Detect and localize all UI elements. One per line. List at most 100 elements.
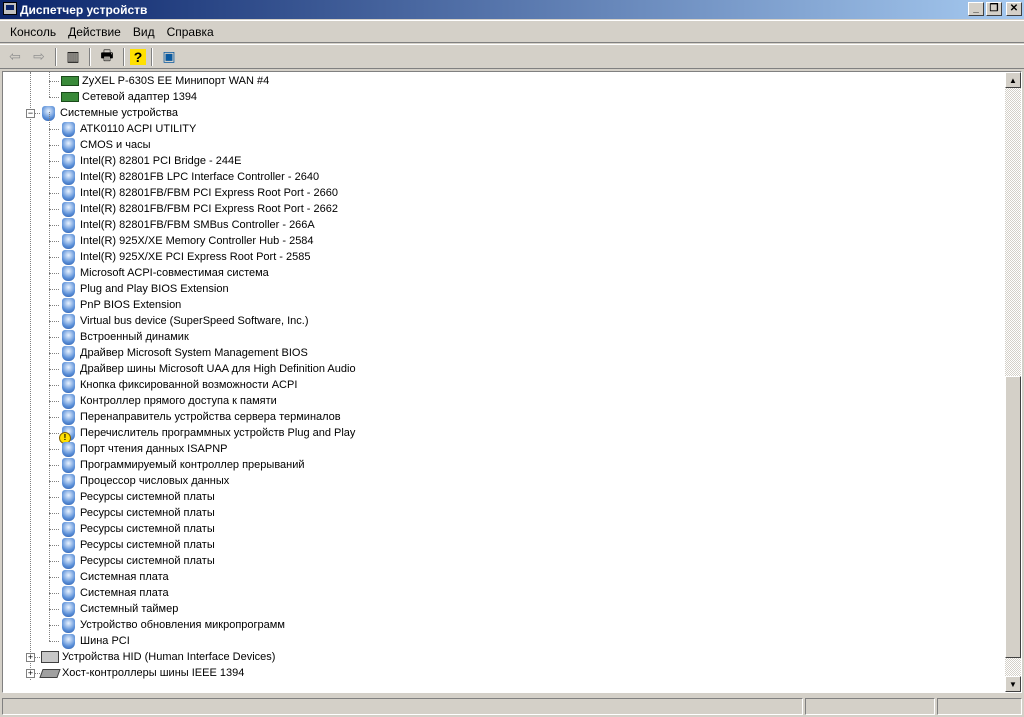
tree-line (49, 625, 59, 626)
tree-line (49, 72, 50, 97)
tree-item[interactable]: Ресурсы системной платы (61, 553, 215, 569)
tree-item[interactable]: Microsoft ACPI-совместимая система (61, 265, 269, 281)
system-device-icon (62, 297, 75, 313)
close-button[interactable]: ✕ (1006, 2, 1022, 16)
tree-line (49, 481, 59, 482)
tree-line (49, 257, 59, 258)
status-pane (805, 698, 935, 715)
tree-item[interactable]: Системная плата (61, 585, 169, 601)
menu-help[interactable]: Справка (161, 25, 220, 39)
help-icon[interactable]: ? (130, 48, 146, 65)
system-device-icon (62, 617, 75, 633)
system-device-icon (62, 505, 75, 521)
tree-item[interactable]: Ресурсы системной платы (61, 537, 215, 553)
tree-line (49, 609, 59, 610)
tree-item-label: Шина PCI (80, 635, 130, 647)
tree-item[interactable]: Порт чтения данных ISAPNP (61, 441, 228, 457)
tree-item-label: Plug and Play BIOS Extension (80, 283, 229, 295)
tree-item-label: Системная плата (80, 587, 169, 599)
system-device-icon (62, 489, 75, 505)
collapse-button[interactable]: − (26, 109, 35, 118)
tree-line (49, 513, 59, 514)
tree-line (49, 193, 59, 194)
tree-item[interactable]: Intel(R) 82801FB/FBM SMBus Controller - … (61, 217, 315, 233)
tree-item[interactable]: Intel(R) 82801FB/FBM PCI Express Root Po… (61, 185, 338, 201)
show-hide-tree-icon[interactable]: ▥ (62, 47, 84, 67)
tree-item[interactable]: ATK0110 ACPI UTILITY (61, 121, 196, 137)
restore-button[interactable]: ❐ (986, 2, 1002, 16)
tree-item[interactable]: CMOS и часы (61, 137, 151, 153)
vertical-scrollbar[interactable]: ▲ ▼ (1005, 72, 1021, 692)
tree-item[interactable]: Драйвер шины Microsoft UAA для High Defi… (61, 361, 356, 377)
minimize-button[interactable]: _ (968, 2, 984, 16)
tree-line (49, 112, 50, 641)
menu-action[interactable]: Действие (62, 25, 127, 39)
tree-item[interactable]: Драйвер Microsoft System Management BIOS (61, 345, 308, 361)
tree-line (49, 561, 59, 562)
tree-item[interactable]: Контроллер прямого доступа к памяти (61, 393, 277, 409)
menu-console[interactable]: Консоль (4, 25, 62, 39)
expand-button[interactable]: + (26, 669, 35, 678)
device-tree: ZyXEL P-630S EE Минипорт WAN #4 Сетевой а… (2, 71, 1022, 693)
tree-item[interactable]: Сетевой адаптер 1394 (61, 89, 197, 105)
print-icon[interactable]: 🖶 (96, 47, 118, 67)
tree-item[interactable]: PnP BIOS Extension (61, 297, 181, 313)
tree-item[interactable]: Перенаправитель устройства сервера терми… (61, 409, 341, 425)
tree-item[interactable]: Устройство обновления микропрограмм (61, 617, 285, 633)
tree-line (49, 81, 59, 82)
tree-item[interactable]: Ресурсы системной платы (61, 505, 215, 521)
tree-line (49, 641, 59, 642)
tree-line (49, 273, 59, 274)
tree-item-label: Хост-контроллеры шины IEEE 1394 (62, 667, 245, 679)
tree-item[interactable]: Системный таймер (61, 601, 178, 617)
toolbar: ⇦ ⇨ ▥ 🖶 ? ▣ (0, 44, 1024, 69)
tree-item[interactable]: Ресурсы системной платы (61, 489, 215, 505)
tree-item[interactable]: ZyXEL P-630S EE Минипорт WAN #4 (61, 73, 269, 89)
tree-item[interactable]: Ресурсы системной платы (61, 521, 215, 537)
tree-line (49, 305, 59, 306)
tree-item[interactable]: Plug and Play BIOS Extension (61, 281, 229, 297)
warning-device-icon (59, 425, 75, 444)
status-pane (937, 698, 1022, 715)
tree-item[interactable]: Intel(R) 925X/XE Memory Controller Hub -… (61, 233, 314, 249)
tree-line (49, 289, 59, 290)
ieee1394-icon (39, 668, 61, 678)
properties-icon[interactable]: ▣ (158, 47, 180, 67)
tree-item-label: Программируемый контроллер прерываний (80, 459, 305, 471)
tree-item-label: Устройство обновления микропрограмм (80, 619, 285, 631)
tree-item-label: Сетевой адаптер 1394 (82, 91, 198, 103)
forward-icon[interactable]: ⇨ (28, 47, 50, 67)
tree-line (49, 577, 59, 578)
expand-button[interactable]: + (26, 653, 35, 662)
tree-item-label: Драйвер шины Microsoft UAA для High Defi… (80, 363, 356, 375)
tree-item[interactable]: Встроенный динамик (61, 329, 189, 345)
tree-item[interactable]: Intel(R) 82801FB/FBM PCI Express Root Po… (61, 201, 338, 217)
tree-item[interactable]: Системная плата (61, 569, 169, 585)
back-icon[interactable]: ⇦ (4, 47, 26, 67)
tree-item[interactable]: Virtual bus device (SuperSpeed Software,… (61, 313, 308, 329)
tree-item-label: Ресурсы системной платы (80, 507, 215, 519)
tree-item[interactable]: Кнопка фиксированной возможности ACPI (61, 377, 297, 393)
tree-item[interactable]: Шина PCI (61, 633, 130, 649)
scroll-thumb[interactable] (1005, 376, 1021, 659)
tree-item[interactable]: Intel(R) 82801 PCI Bridge - 244E (61, 153, 241, 169)
tree-category[interactable]: Хост-контроллеры шины IEEE 1394 (39, 665, 245, 681)
tree-item[interactable]: Intel(R) 925X/XE PCI Express Root Port -… (61, 249, 311, 265)
scroll-up-button[interactable]: ▲ (1005, 72, 1021, 88)
system-device-icon (62, 473, 75, 489)
tree-item[interactable]: Процессор числовых данных (61, 473, 229, 489)
toolbar-separator (123, 47, 125, 66)
tree-item-label: Intel(R) 925X/XE Memory Controller Hub -… (80, 235, 314, 247)
tree-item[interactable]: Перечислитель программных устройств Plug… (59, 425, 355, 444)
tree-item[interactable]: Программируемый контроллер прерываний (61, 457, 305, 473)
scroll-down-button[interactable]: ▼ (1005, 676, 1021, 692)
tree-category[interactable]: Устройства HID (Human Interface Devices) (41, 649, 275, 665)
tree-item[interactable]: Intel(R) 82801FB LPC Interface Controlle… (61, 169, 319, 185)
tree-line (49, 337, 59, 338)
tree-item-label: ATK0110 ACPI UTILITY (80, 123, 197, 135)
tree-item-label: Системные устройства (60, 107, 179, 119)
tree-category[interactable]: Системные устройства (41, 105, 178, 121)
tree-line (49, 545, 59, 546)
menu-view[interactable]: Вид (127, 25, 161, 39)
system-device-icon (62, 313, 75, 329)
